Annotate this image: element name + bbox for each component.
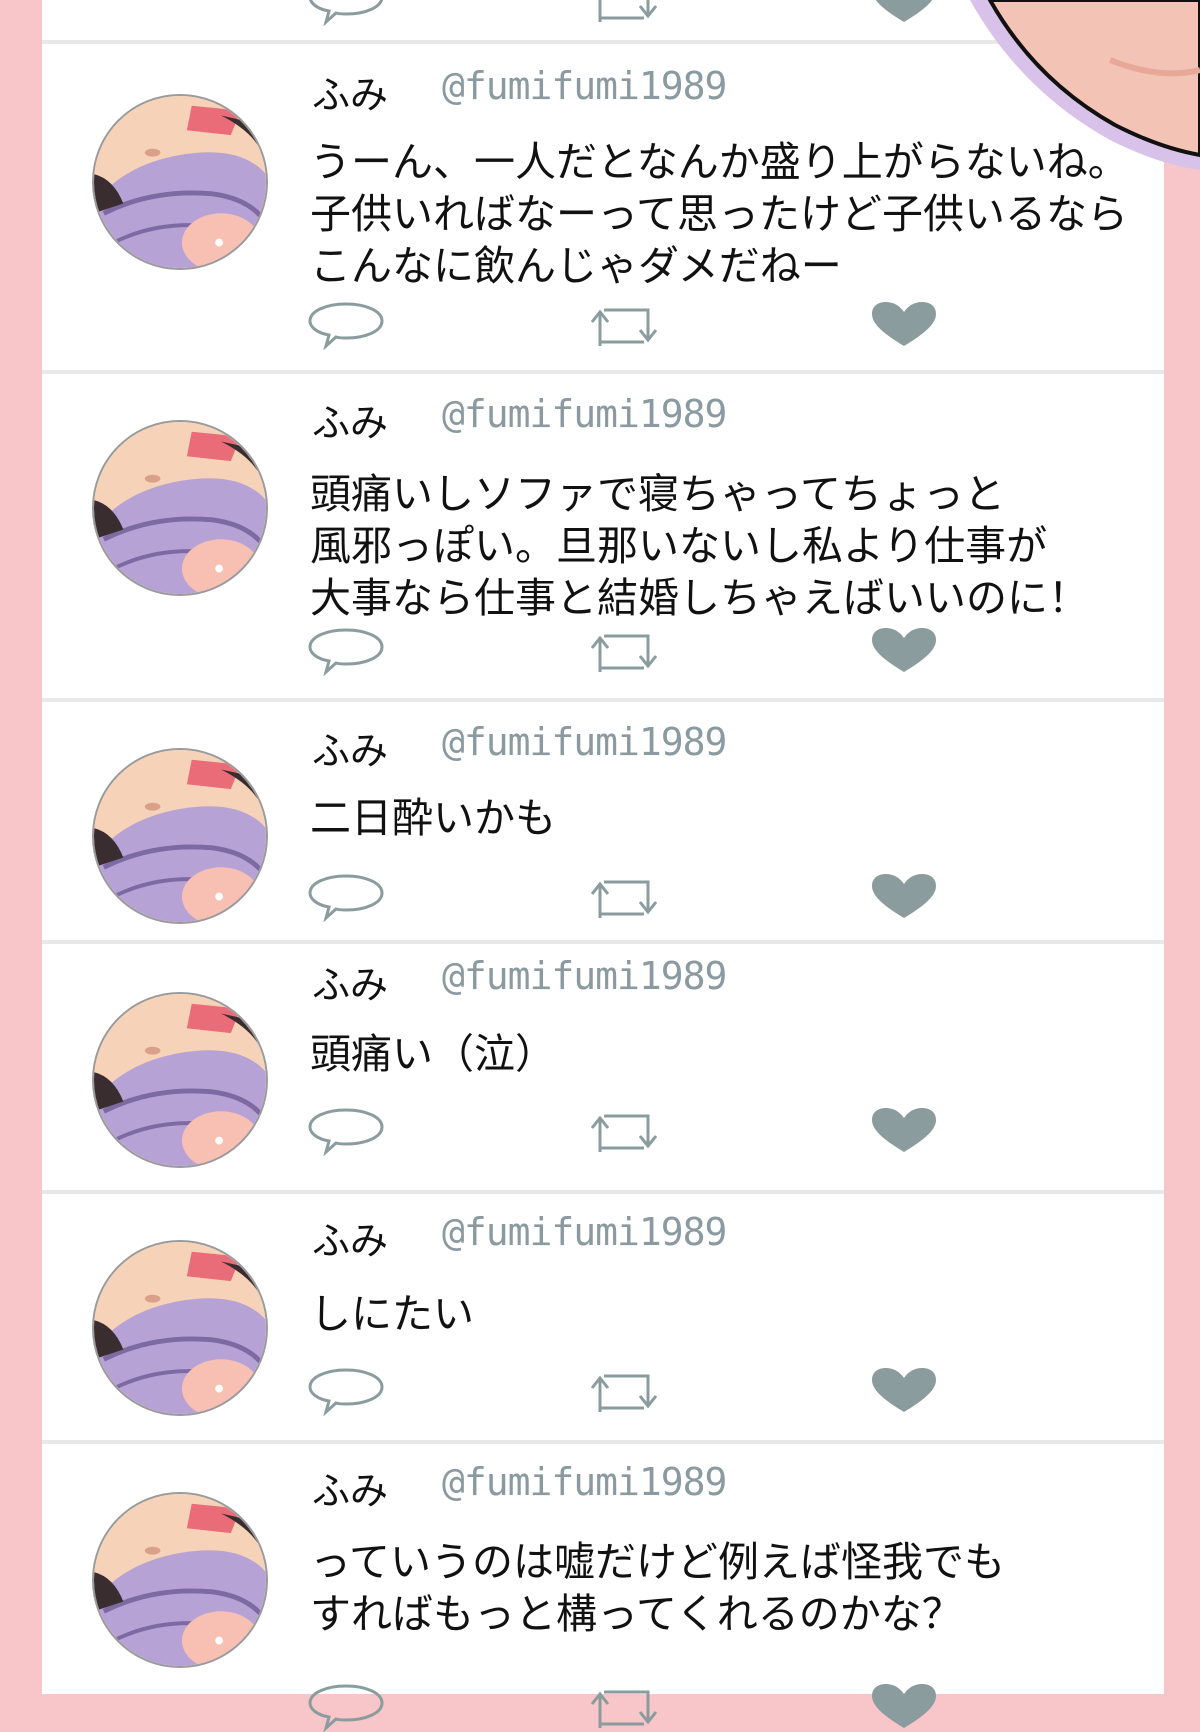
- tweet-timeline: ふみ @fumifumi1989 うーん、一人だとなんか盛り上がらないね。 子供…: [42, 0, 1164, 1694]
- tweet-text: 二日酔いかも: [310, 794, 556, 842]
- heart-icon[interactable]: [864, 1682, 944, 1732]
- tweet-text: 頭痛い（泣）: [310, 1030, 556, 1078]
- user-handle: @fumifumi1989: [442, 1210, 727, 1254]
- avatar[interactable]: [92, 420, 268, 596]
- tweet-card[interactable]: ふみ @fumifumi1989 二日酔いかも: [42, 702, 1164, 940]
- user-handle: @fumifumi1989: [442, 392, 727, 436]
- right-frame: [1164, 0, 1200, 1694]
- heart-icon[interactable]: [864, 1366, 944, 1416]
- retweet-icon[interactable]: [584, 1682, 664, 1732]
- retweet-icon[interactable]: [584, 300, 664, 350]
- avatar[interactable]: [92, 94, 268, 270]
- tweet-text: っていうのは嘘だけど例えば怪我でも すればもっと構ってくれるのかな？: [310, 1538, 1005, 1638]
- tweet-card[interactable]: ふみ @fumifumi1989 頭痛いしソファで寝ちゃってちょっと 風邪っぽい…: [42, 374, 1164, 698]
- tweet-card[interactable]: ふみ @fumifumi1989 頭痛い（泣）: [42, 944, 1164, 1190]
- tweet-card[interactable]: ふみ @fumifumi1989 っていうのは嘘だけど例えば怪我でも すればもっ…: [42, 1444, 1164, 1694]
- user-handle: @fumifumi1989: [442, 64, 727, 108]
- retweet-icon[interactable]: [584, 1366, 664, 1416]
- display-name: ふみ: [312, 401, 389, 445]
- reply-icon[interactable]: [306, 1366, 386, 1416]
- avatar[interactable]: [92, 992, 268, 1168]
- reply-icon[interactable]: [306, 0, 386, 26]
- user-handle: @fumifumi1989: [442, 1460, 727, 1504]
- display-name: ふみ: [312, 963, 389, 1007]
- avatar[interactable]: [92, 1240, 268, 1416]
- heart-icon[interactable]: [864, 872, 944, 922]
- reply-icon[interactable]: [306, 872, 386, 922]
- retweet-icon[interactable]: [584, 872, 664, 922]
- avatar[interactable]: [92, 1492, 268, 1668]
- retweet-icon[interactable]: [584, 626, 664, 676]
- user-handle: @fumifumi1989: [442, 954, 727, 998]
- reply-icon[interactable]: [306, 300, 386, 350]
- retweet-icon[interactable]: [584, 1106, 664, 1156]
- avatar[interactable]: [92, 748, 268, 924]
- tweet-text: しにたい: [310, 1290, 474, 1338]
- display-name: ふみ: [312, 73, 389, 117]
- retweet-icon[interactable]: [584, 0, 664, 26]
- corner-illustration: [970, 0, 1200, 170]
- tweet-text: 頭痛いしソファで寝ちゃってちょっと 風邪っぽい。旦那いないし私より仕事が 大事な…: [310, 470, 1089, 622]
- heart-icon[interactable]: [864, 626, 944, 676]
- reply-icon[interactable]: [306, 1106, 386, 1156]
- heart-icon[interactable]: [864, 300, 944, 350]
- display-name: ふみ: [312, 1219, 389, 1263]
- tweet-card[interactable]: ふみ @fumifumi1989 しにたい: [42, 1194, 1164, 1440]
- reply-icon[interactable]: [306, 626, 386, 676]
- left-frame: [0, 0, 42, 1694]
- user-handle: @fumifumi1989: [442, 720, 727, 764]
- display-name: ふみ: [312, 729, 389, 773]
- reply-icon[interactable]: [306, 1682, 386, 1732]
- heart-icon[interactable]: [864, 1106, 944, 1156]
- display-name: ふみ: [312, 1469, 389, 1513]
